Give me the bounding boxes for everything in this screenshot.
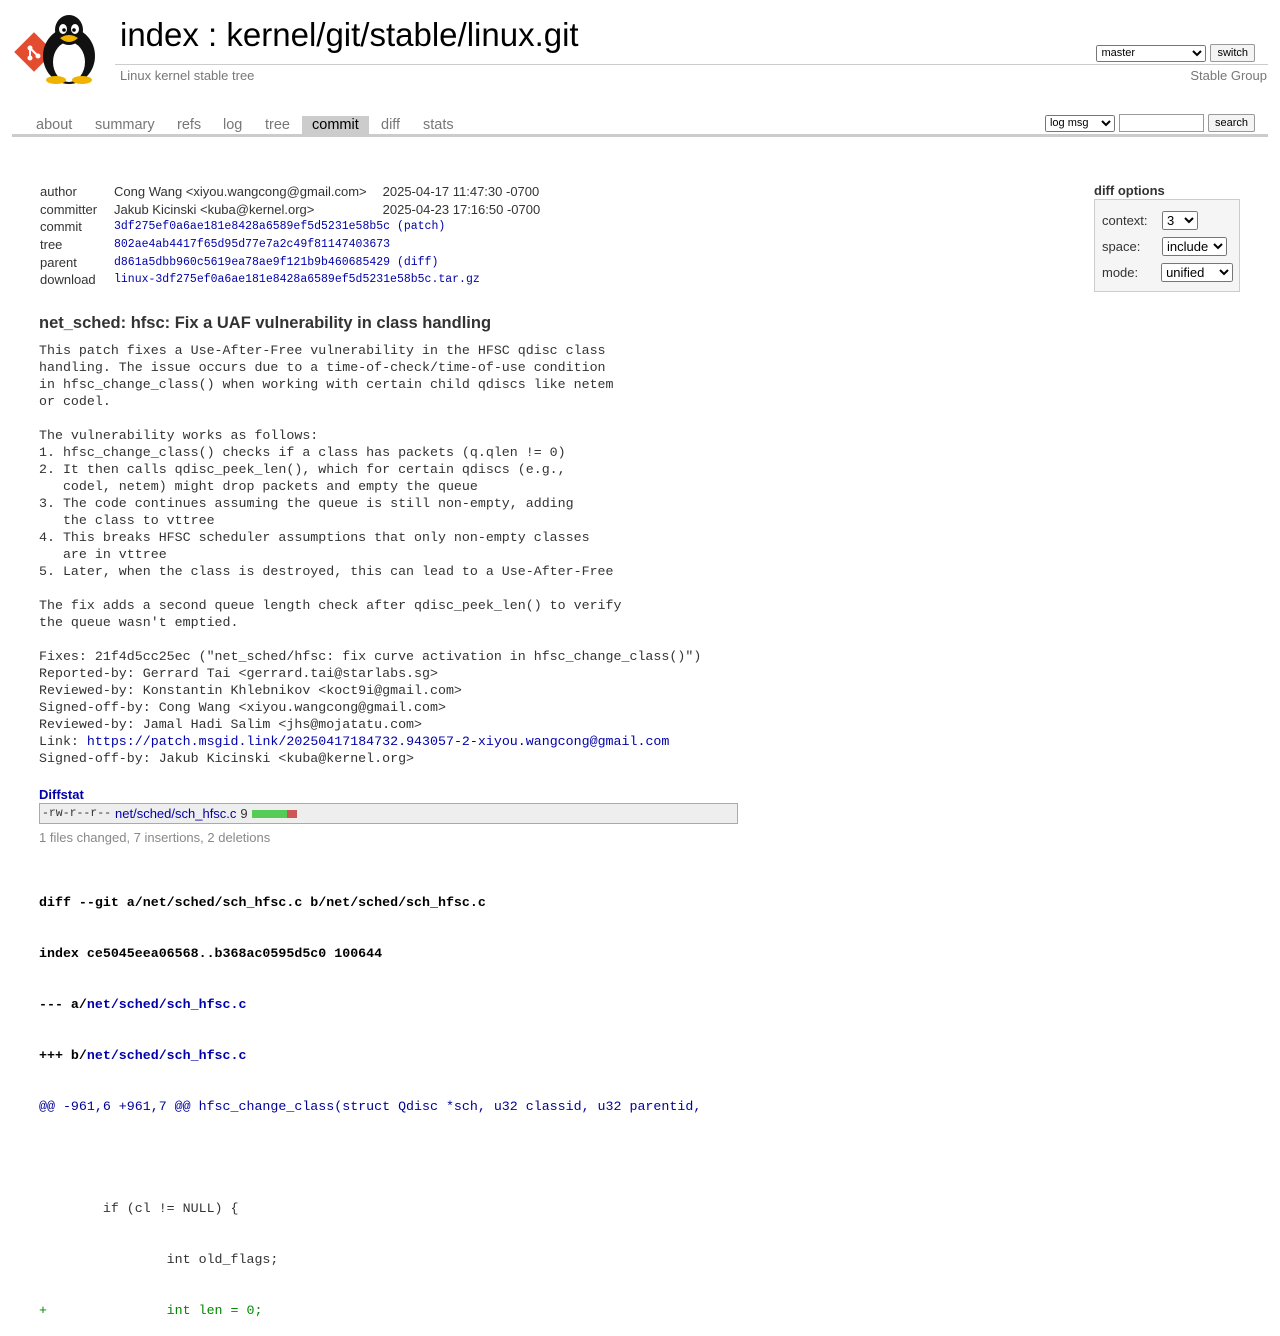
deletions-bar bbox=[286, 809, 297, 818]
parent-diff-link[interactable]: (diff) bbox=[397, 256, 438, 269]
commit-subject: net_sched: hfsc: Fix a UAF vulnerability… bbox=[39, 314, 492, 332]
author-date: 2025-04-17 11:47:30 -0700 bbox=[382, 184, 540, 200]
repo-description: Linux kernel stable tree bbox=[120, 68, 255, 83]
committer-row: committer Jakub Kicinski <kuba@kernel.or… bbox=[36, 201, 544, 219]
hunk-header: @@ -961,6 +961,7 @@ hfsc_change_class(st… bbox=[39, 1099, 702, 1114]
search-mode-select[interactable]: log msg bbox=[1044, 114, 1115, 132]
diffstat-graph bbox=[251, 809, 297, 818]
tab-refs[interactable]: refs bbox=[167, 116, 211, 134]
parent-sha-cell: d861a5dbb960c5619ea78ae9f121b9b460685429… bbox=[110, 253, 544, 271]
diff-minus-line: --- a/net/sched/sch_hfsc.c bbox=[39, 996, 701, 1013]
commit-sha-link[interactable]: 3df275ef0a6ae181e8428a6589ef5d5231e58b5c bbox=[114, 220, 390, 233]
diff-header-line: diff --git a/net/sched/sch_hfsc.c b/net/… bbox=[39, 895, 486, 910]
download-label: download bbox=[40, 272, 96, 288]
minus-file-link[interactable]: net/sched/sch_hfsc.c bbox=[87, 997, 247, 1012]
tree-label: tree bbox=[40, 237, 63, 253]
diffstat-file-link[interactable]: net/sched/sch_hfsc.c bbox=[115, 806, 236, 821]
context-select[interactable]: 3 bbox=[1162, 210, 1198, 230]
diffstat-table: -rw-r--r-- net/sched/sch_hfsc.c 9 bbox=[39, 803, 738, 824]
diff-index-line: index ce5045eea06568..b368ac0595d5c0 100… bbox=[39, 946, 383, 961]
tree-row: tree 802ae4ab4417f65d95d77e7a2c49f811474… bbox=[36, 236, 544, 254]
diff-context-line: int old_flags; bbox=[39, 1252, 279, 1267]
parent-sha-link[interactable]: d861a5dbb960c5619ea78ae9f121b9b460685429 bbox=[114, 256, 390, 269]
tab-diff[interactable]: diff bbox=[371, 116, 410, 134]
tab-about[interactable]: about bbox=[26, 116, 82, 134]
space-row: space: include bbox=[1102, 236, 1233, 256]
tab-commit[interactable]: commit bbox=[302, 116, 369, 134]
plus-prefix: +++ b/ bbox=[39, 1048, 87, 1063]
context-label: context: bbox=[1102, 212, 1148, 228]
diff-added-line: + int len = 0; bbox=[39, 1303, 263, 1318]
author-row: author Cong Wang <xiyou.wangcong@gmail.c… bbox=[36, 183, 544, 201]
search-input[interactable] bbox=[1118, 114, 1204, 132]
index-link[interactable]: index bbox=[120, 16, 199, 53]
file-mode: -rw-r--r-- bbox=[42, 807, 112, 820]
mode-label: mode: bbox=[1102, 264, 1139, 280]
repo-owner: Stable Group bbox=[1190, 68, 1267, 83]
mode-select[interactable]: unified bbox=[1161, 262, 1233, 282]
committer-date: 2025-04-23 17:16:50 -0700 bbox=[382, 201, 541, 217]
commit-message: This patch fixes a Use-After-Free vulner… bbox=[39, 342, 701, 767]
space-select[interactable]: include bbox=[1162, 236, 1227, 256]
author-value: Cong Wang <xiyou.wangcong@gmail.com> bbox=[114, 184, 367, 200]
message-body: This patch fixes a Use-After-Free vulner… bbox=[39, 343, 702, 749]
search-form: log msg search bbox=[1044, 114, 1255, 132]
tab-summary[interactable]: summary bbox=[85, 116, 165, 134]
commit-sha-cell: 3df275ef0a6ae181e8428a6589ef5d5231e58b5c… bbox=[110, 218, 544, 236]
diff-options-title: diff options bbox=[1094, 183, 1165, 198]
commit-info-table: author Cong Wang <xiyou.wangcong@gmail.c… bbox=[36, 183, 544, 289]
commit-label: commit bbox=[40, 219, 82, 235]
tab-stats[interactable]: stats bbox=[413, 116, 464, 134]
context-row: context: 3 bbox=[1102, 210, 1233, 230]
search-button[interactable]: search bbox=[1207, 114, 1255, 132]
tree-sha-link[interactable]: 802ae4ab4417f65d95d77e7a2c49f81147403673 bbox=[114, 238, 390, 251]
parent-row: parent d861a5dbb960c5619ea78ae9f121b9b46… bbox=[36, 253, 544, 271]
minus-prefix: --- a/ bbox=[39, 997, 87, 1012]
committer-label: committer bbox=[40, 201, 98, 217]
tux-penguin-icon bbox=[43, 15, 95, 84]
cgit-logo[interactable] bbox=[14, 12, 110, 84]
space-label: space: bbox=[1102, 238, 1141, 254]
diff-view: diff --git a/net/sched/sch_hfsc.c b/net/… bbox=[39, 860, 701, 1336]
repo-title: index : kernel/git/stable/linux.git bbox=[120, 16, 579, 54]
download-row: download linux-3df275ef0a6ae181e8428a658… bbox=[36, 271, 544, 289]
title-separator: : bbox=[198, 16, 227, 53]
branch-switch-form: master switch bbox=[1096, 44, 1255, 62]
diffstat-count: 9 bbox=[240, 806, 248, 821]
header-divider bbox=[115, 64, 1268, 65]
mode-row: mode: unified bbox=[1102, 262, 1233, 282]
diff-options-panel: diff options context: 3 space: include m… bbox=[1094, 183, 1240, 292]
tree-sha-cell: 802ae4ab4417f65d95d77e7a2c49f81147403673 bbox=[110, 236, 544, 254]
branch-select[interactable]: master bbox=[1096, 44, 1207, 62]
tab-tree[interactable]: tree bbox=[255, 116, 300, 134]
parent-label: parent bbox=[40, 254, 77, 270]
diff-plus-line: +++ b/net/sched/sch_hfsc.c bbox=[39, 1047, 701, 1064]
plus-file-link[interactable]: net/sched/sch_hfsc.c bbox=[87, 1048, 247, 1063]
diffstat-summary: 1 files changed, 7 insertions, 2 deletio… bbox=[39, 830, 271, 845]
diff-context-line: if (cl != NULL) { bbox=[39, 1201, 239, 1216]
diff-context-line bbox=[39, 1149, 701, 1166]
download-cell: linux-3df275ef0a6ae181e8428a6589ef5d5231… bbox=[110, 271, 544, 289]
author-label: author bbox=[40, 184, 77, 200]
download-link[interactable]: linux-3df275ef0a6ae181e8428a6589ef5d5231… bbox=[114, 273, 480, 286]
patch-link[interactable]: (patch) bbox=[397, 220, 445, 233]
message-tail: Signed-off-by: Jakub Kicinski <kuba@kern… bbox=[39, 751, 415, 766]
switch-button[interactable]: switch bbox=[1210, 44, 1255, 62]
committer-value: Jakub Kicinski <kuba@kernel.org> bbox=[114, 201, 315, 217]
commit-row: commit 3df275ef0a6ae181e8428a6589ef5d523… bbox=[36, 218, 544, 236]
diffstat-header-link[interactable]: Diffstat bbox=[39, 787, 84, 802]
patch-msgid-link[interactable]: https://patch.msgid.link/20250417184732.… bbox=[87, 734, 670, 749]
insertions-bar bbox=[251, 809, 287, 818]
tab-log[interactable]: log bbox=[213, 116, 252, 134]
repo-path-link[interactable]: kernel/git/stable/linux.git bbox=[226, 16, 578, 53]
diff-options-box: context: 3 space: include mode: unified bbox=[1094, 199, 1240, 292]
